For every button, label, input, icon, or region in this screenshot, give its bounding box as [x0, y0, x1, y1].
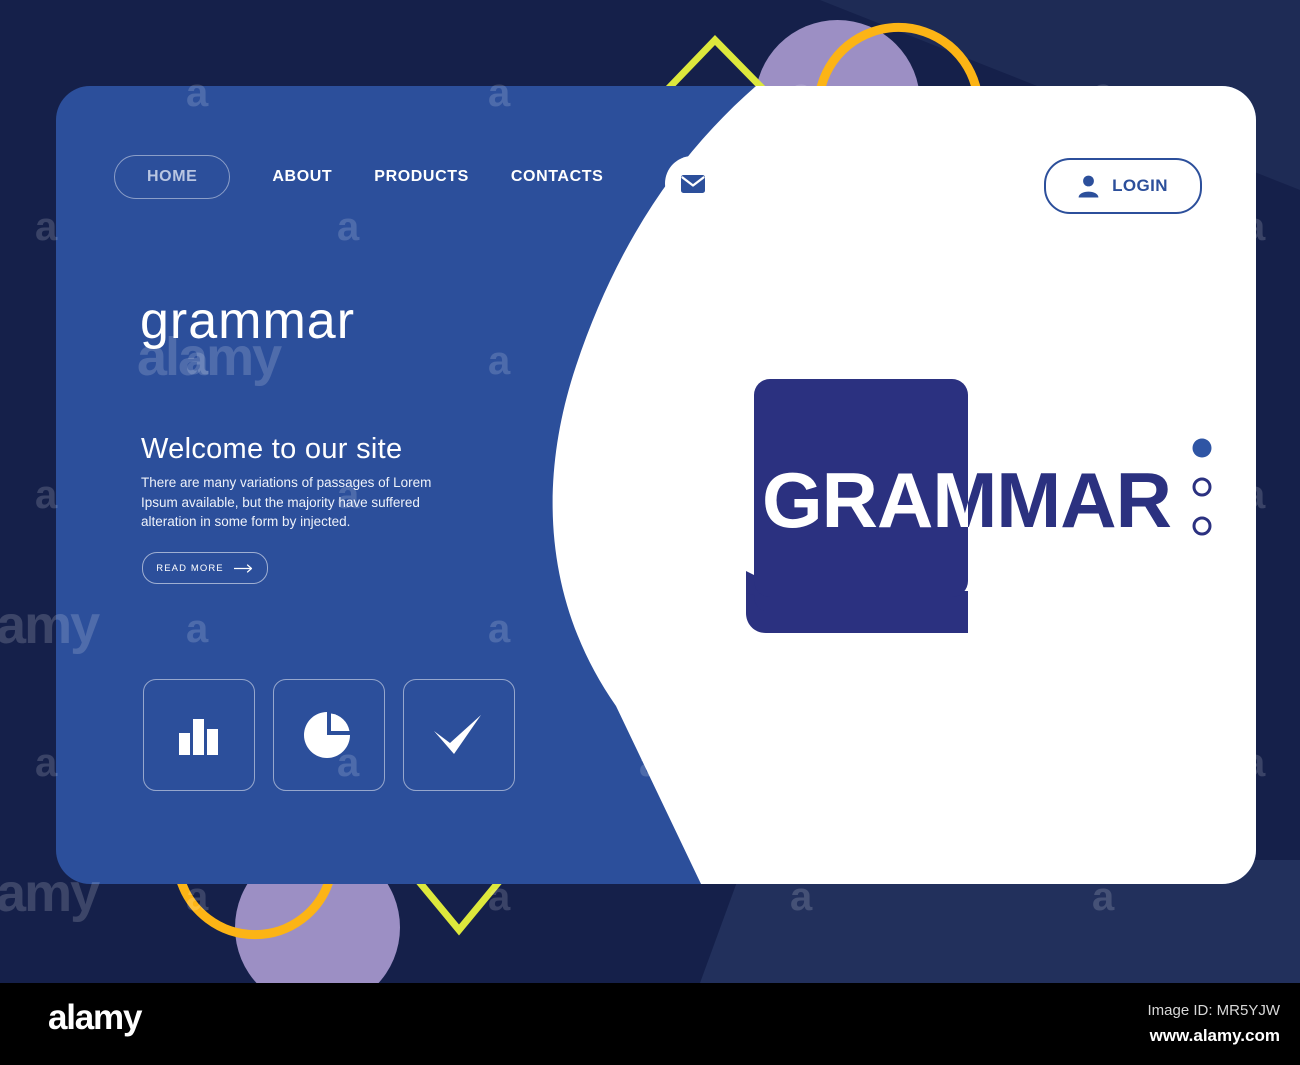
- check-icon: [434, 715, 481, 754]
- book-icon: GRAMMAR GRAMMAR: [746, 379, 1172, 633]
- footer-brand: alamy: [48, 998, 142, 1037]
- dot-outline: [1192, 516, 1212, 536]
- mail-button[interactable]: [665, 156, 720, 211]
- read-more-button[interactable]: READ MORE: [142, 552, 268, 584]
- screenshot-root: a a a a a a a a a a a a a a a a a a a a …: [0, 0, 1300, 1065]
- hero-brand-word: grammar: [140, 292, 356, 350]
- nav-item-home-label: HOME: [147, 168, 198, 185]
- nav-item-about[interactable]: ABOUT: [272, 168, 332, 186]
- envelope-icon: [680, 174, 705, 193]
- logo-dots: [1190, 438, 1218, 543]
- feature-pie-chart[interactable]: [273, 679, 385, 791]
- pie-chart-icon: [304, 712, 350, 758]
- dot-group-icon: [1192, 438, 1212, 536]
- footer-bar: [0, 983, 1300, 1065]
- footer-image-id: Image ID: MR5YJW: [1147, 1002, 1280, 1019]
- nav-item-home[interactable]: HOME: [114, 155, 231, 199]
- footer-url[interactable]: www.alamy.com: [1150, 1026, 1280, 1046]
- read-more-label: READ MORE: [156, 562, 224, 574]
- login-button[interactable]: LOGIN: [1044, 158, 1202, 214]
- nav-item-products[interactable]: PRODUCTS: [374, 168, 469, 186]
- nav-item-contacts-label: CONTACTS: [510, 168, 604, 185]
- main-navigation: HOME ABOUT PRODUCTS CONTACTS: [114, 155, 603, 199]
- login-button-label: LOGIN: [1112, 176, 1168, 195]
- nav-item-about-label: ABOUT: [272, 168, 333, 185]
- grammar-logo: GRAMMAR GRAMMAR: [740, 375, 1185, 645]
- bar-chart-icon: [179, 719, 218, 755]
- user-icon: [1078, 175, 1099, 197]
- dot-outline: [1192, 477, 1212, 497]
- feature-check[interactable]: [403, 679, 515, 791]
- dot-filled: [1192, 438, 1212, 458]
- feature-bar-chart[interactable]: [143, 679, 255, 791]
- hero-paragraph: There are many variations of passages of…: [141, 475, 432, 529]
- hero-heading: Welcome to our site: [141, 433, 403, 465]
- nav-item-products-label: PRODUCTS: [374, 168, 469, 185]
- feature-tiles: [143, 679, 515, 791]
- nav-item-contacts[interactable]: CONTACTS: [511, 168, 604, 186]
- arrow-right-icon: [233, 563, 252, 573]
